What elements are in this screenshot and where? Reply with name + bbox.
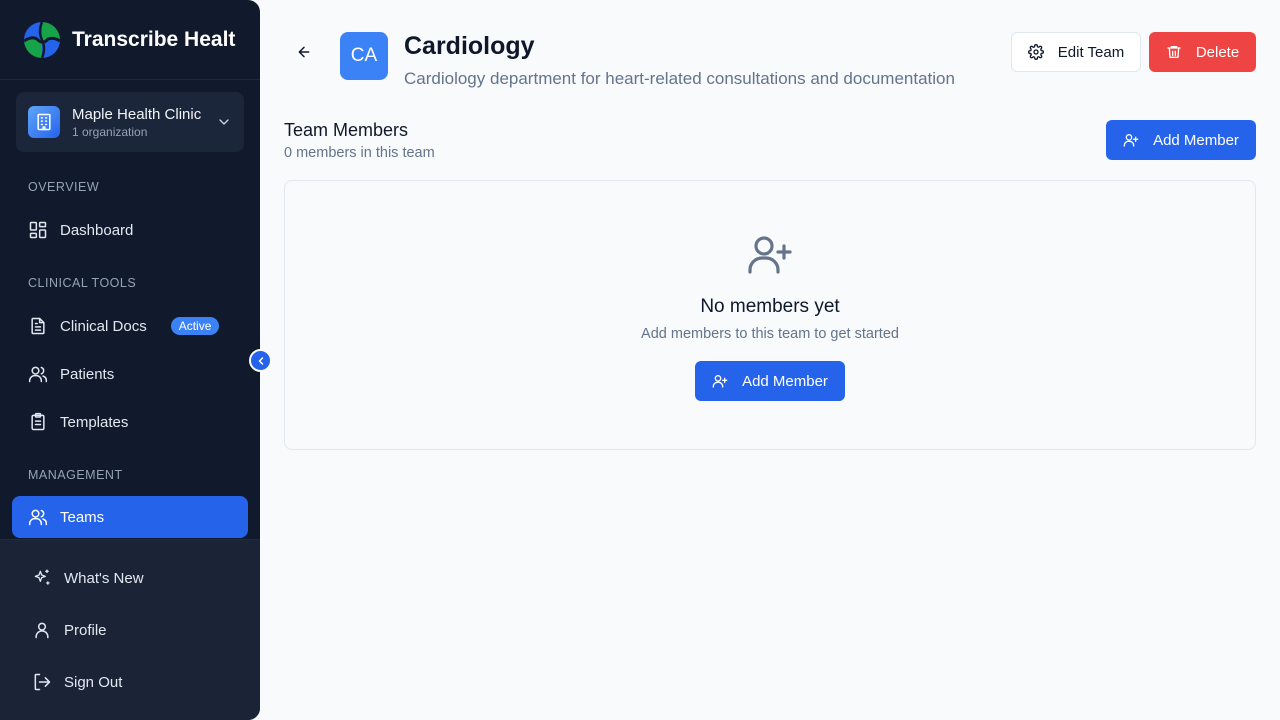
user-plus-icon (748, 236, 792, 274)
sidebar-item-profile[interactable]: Profile (32, 620, 107, 640)
brand[interactable]: Transcribe Healt (24, 22, 240, 58)
sidebar-item-dashboard[interactable]: Dashboard (12, 209, 248, 251)
add-member-empty-button[interactable]: Add Member (695, 361, 845, 401)
sparkles-icon (34, 569, 50, 585)
sidebar-footer: What's New Profile Sign Out (0, 540, 260, 720)
sidebar-item-label: What's New (64, 569, 144, 587)
team-avatar: CA (340, 32, 388, 80)
team-description: Cardiology department for heart-related … (404, 69, 955, 88)
globe-logo-icon (24, 22, 60, 58)
sidebar-item-patients[interactable]: Patients (12, 353, 248, 395)
edit-team-button[interactable]: Edit Team (1011, 32, 1141, 72)
app-title: Transcribe Healt (72, 28, 236, 51)
grid-icon (29, 221, 47, 239)
trash-icon (1167, 46, 1181, 58)
delete-team-label: Delete (1195, 43, 1240, 61)
users-icon (28, 366, 48, 383)
logout-icon (34, 673, 51, 691)
sidebar: Transcribe Healt Maple Health Clinic 1 o… (0, 0, 260, 720)
empty-state-subtitle: Add members to this team to get started (641, 326, 899, 342)
organization-name: Maple Health Clinic (72, 105, 202, 123)
add-member-button[interactable]: Add Member (1106, 120, 1256, 160)
sidebar-item-label: Templates (60, 413, 129, 431)
edit-team-label: Edit Team (1057, 43, 1125, 61)
divider (0, 79, 260, 80)
page-title: Cardiology (404, 32, 535, 60)
users-icon (28, 509, 48, 526)
sidebar-item-label: Profile (64, 621, 107, 639)
collapse-sidebar-button[interactable] (249, 349, 272, 372)
members-count: 0 members in this team (284, 145, 435, 161)
sidebar-item-label: Patients (60, 365, 115, 383)
chevron-down-icon (219, 119, 229, 125)
empty-state-title: No members yet (700, 296, 840, 317)
back-button[interactable] (292, 40, 316, 64)
document-icon (31, 317, 45, 335)
add-member-label: Add Member (742, 372, 828, 390)
arrow-left-icon (298, 46, 310, 58)
user-icon (35, 622, 49, 639)
sidebar-item-label: Clinical Docs (60, 317, 147, 335)
members-section-title: Team Members (284, 120, 409, 140)
user-plus-icon (712, 375, 728, 388)
delete-team-button[interactable]: Delete (1149, 32, 1256, 72)
sidebar-item-clinical-docs[interactable]: Clinical Docs Active (12, 305, 248, 347)
chevron-left-icon (258, 356, 263, 365)
sidebar-item-whats-new[interactable]: What's New (32, 568, 144, 588)
section-label-clinical-tools: CLINICAL TOOLS (28, 276, 137, 290)
section-label-overview: OVERVIEW (28, 180, 100, 194)
organization-count: 1 organization (72, 124, 148, 139)
status-badge: Active (170, 317, 220, 335)
section-label-management: MANAGEMENT (28, 468, 123, 482)
organization-switcher[interactable]: Maple Health Clinic 1 organization (16, 92, 244, 152)
sidebar-item-label: Teams (60, 508, 105, 526)
sidebar-item-teams[interactable]: Teams (12, 496, 248, 538)
building-icon (28, 106, 60, 138)
sidebar-item-templates[interactable]: Templates (12, 401, 248, 443)
gear-icon (1027, 44, 1044, 60)
sidebar-item-sign-out[interactable]: Sign Out (32, 672, 122, 692)
add-member-label: Add Member (1153, 131, 1239, 149)
sidebar-item-label: Sign Out (64, 673, 123, 691)
user-plus-icon (1123, 134, 1139, 147)
sidebar-item-label: Dashboard (60, 221, 134, 239)
clipboard-icon (31, 412, 45, 431)
